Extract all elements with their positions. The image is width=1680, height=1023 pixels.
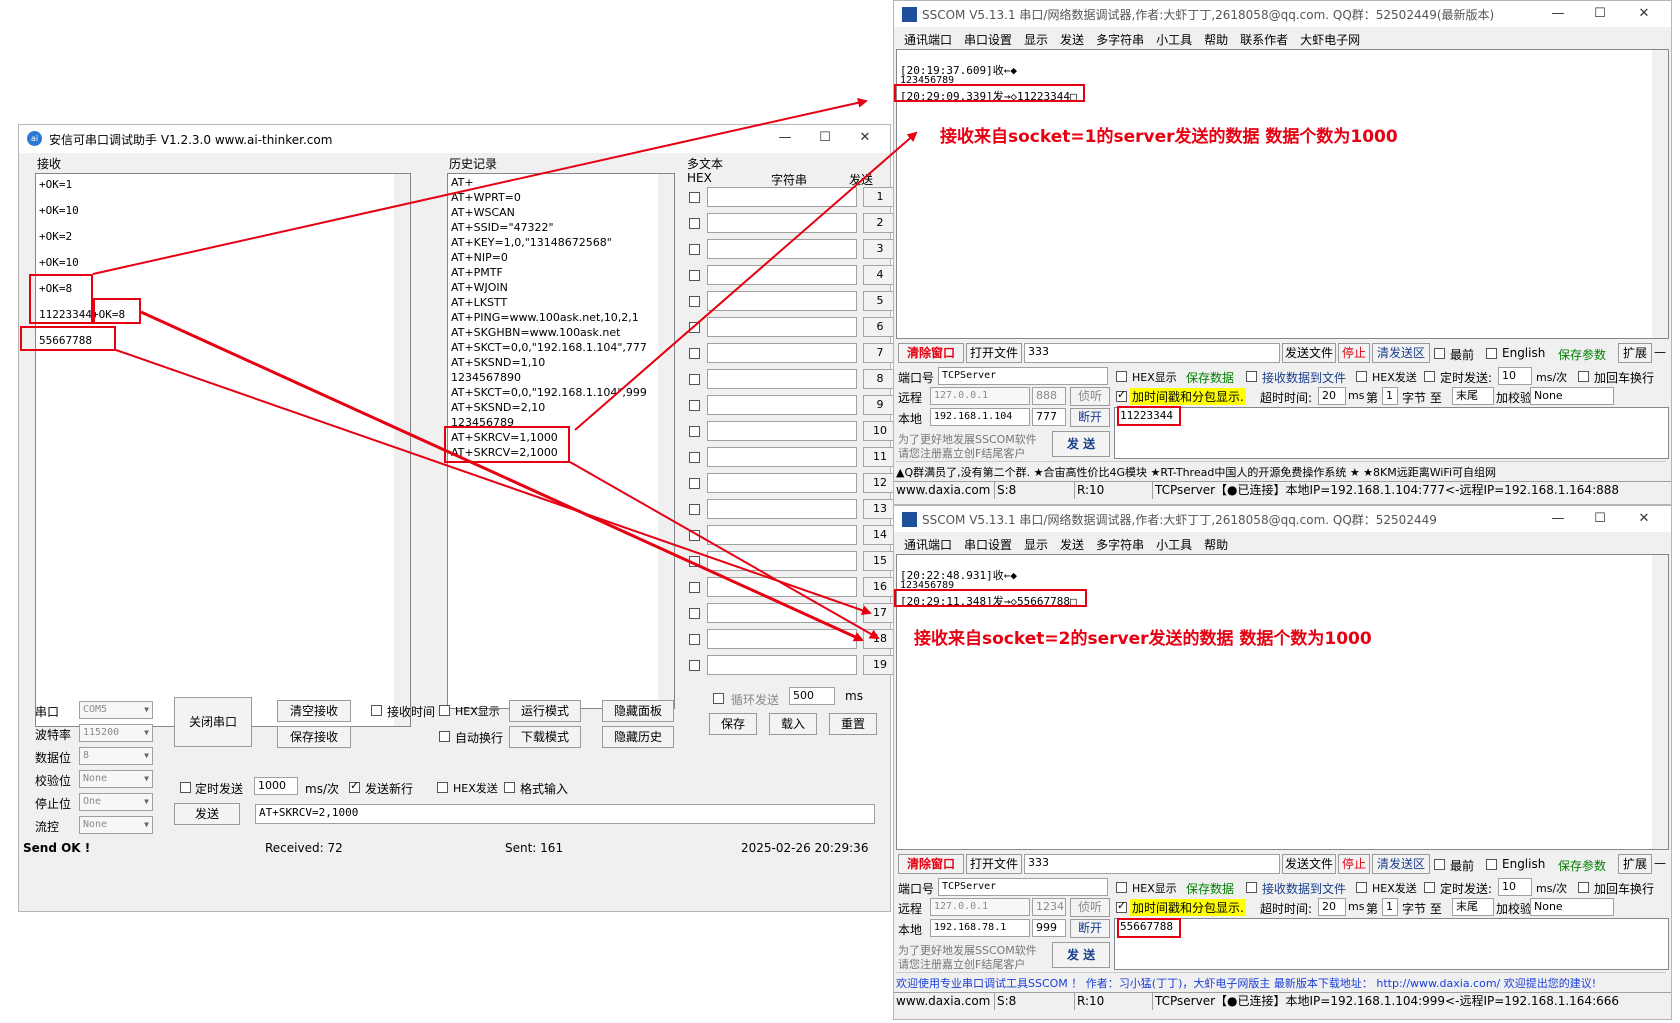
arrow-55667788-to-sscom2 [115, 349, 872, 616]
arrow-ok8-to-sscom1 [92, 97, 868, 275]
arrow-ok8-to-skrcv [140, 310, 864, 642]
annotation-socket1: 接收来自socket=1的server发送的数据 数据个数为1000 [940, 127, 1398, 147]
arrow-skrcv1-to-annotation [574, 131, 918, 431]
annotation-socket2: 接收来自socket=2的server发送的数据 数据个数为1000 [914, 629, 1372, 649]
arrow-skrcv2-to-annotation [569, 461, 880, 639]
annotation-arrows [92, 97, 918, 642]
